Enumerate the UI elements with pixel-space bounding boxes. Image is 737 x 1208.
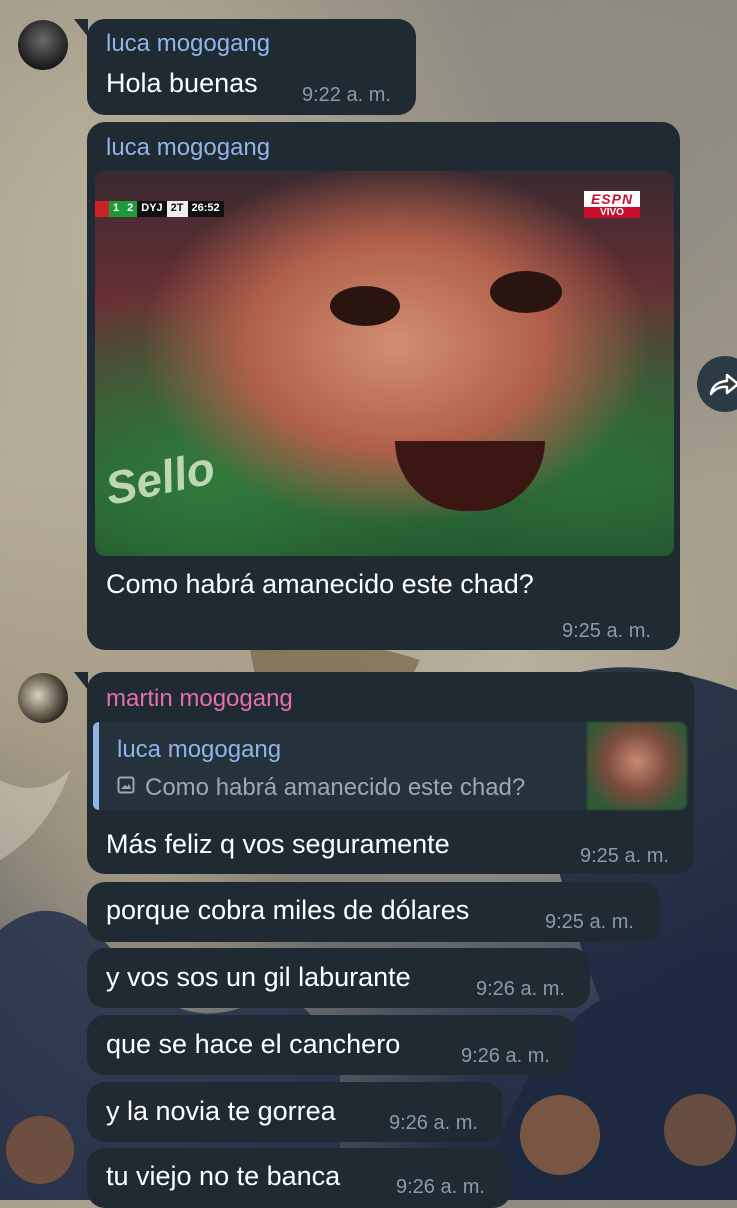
quote-thumbnail	[587, 722, 687, 810]
quote-sender: luca mogogang	[117, 736, 282, 763]
message-time: 9:26 a. m.	[461, 1045, 550, 1067]
avatar-martin[interactable]	[18, 673, 68, 723]
message-time: 9:25 a. m.	[580, 845, 669, 867]
photo-eye-left	[330, 286, 400, 326]
message-time: 9:26 a. m.	[396, 1176, 485, 1198]
message-text: Hola buenas	[106, 68, 258, 98]
quote-bar	[93, 722, 99, 810]
share-forward-icon	[709, 373, 737, 396]
message-text: y la novia te gorrea	[106, 1096, 336, 1126]
message-time: 9:26 a. m.	[389, 1112, 478, 1134]
bubble-tail	[74, 19, 88, 37]
message-text: tu viejo no te banca	[106, 1161, 341, 1191]
message-bubble[interactable]: tu viejo no te banca 9:26 a. m.	[87, 1148, 511, 1208]
message-bubble[interactable]: y vos sos un gil laburante 9:26 a. m.	[87, 948, 590, 1008]
photo-jersey-text: Sello	[100, 441, 220, 515]
message-time: 9:25 a. m.	[562, 620, 651, 642]
message-text: que se hace el canchero	[106, 1029, 401, 1059]
message-bubble[interactable]: porque cobra miles de dólares 9:25 a. m.	[87, 882, 660, 942]
sender-name[interactable]: luca mogogang	[106, 134, 270, 162]
bubble-tail	[74, 672, 88, 690]
reply-quote[interactable]: luca mogogang Como habrá amanecido este …	[93, 722, 687, 810]
message-time: 9:22 a. m.	[302, 84, 391, 106]
espn-logo: ESPN VIVO	[584, 191, 640, 218]
quote-text: Como habrá amanecido este chad?	[145, 774, 526, 801]
message-time: 9:26 a. m.	[476, 978, 565, 1000]
message-bubble[interactable]: y la novia te gorrea 9:26 a. m.	[87, 1082, 503, 1142]
tv-scorebug: 1 2 DYJ 2T 26:52	[95, 201, 224, 217]
message-text: Más feliz q vos seguramente	[106, 829, 450, 859]
message-bubble[interactable]: que se hace el canchero 9:26 a. m.	[87, 1015, 575, 1075]
message-caption: Como habrá amanecido este chad?	[106, 569, 534, 599]
photo-mouth	[395, 441, 545, 511]
photo-icon	[117, 776, 135, 794]
photo-eye-right	[490, 271, 562, 313]
avatar-luca[interactable]	[18, 20, 68, 70]
message-time: 9:25 a. m.	[545, 911, 634, 933]
sender-name[interactable]: luca mogogang	[106, 30, 270, 58]
sender-name[interactable]: martin mogogang	[106, 685, 293, 713]
message-photo[interactable]: 1 2 DYJ 2T 26:52 ESPN VIVO Sello	[95, 171, 674, 556]
message-bubble[interactable]: luca mogogang Hola buenas 9:22 a. m.	[87, 19, 416, 115]
message-text: y vos sos un gil laburante	[106, 962, 411, 992]
message-text: porque cobra miles de dólares	[106, 895, 470, 925]
